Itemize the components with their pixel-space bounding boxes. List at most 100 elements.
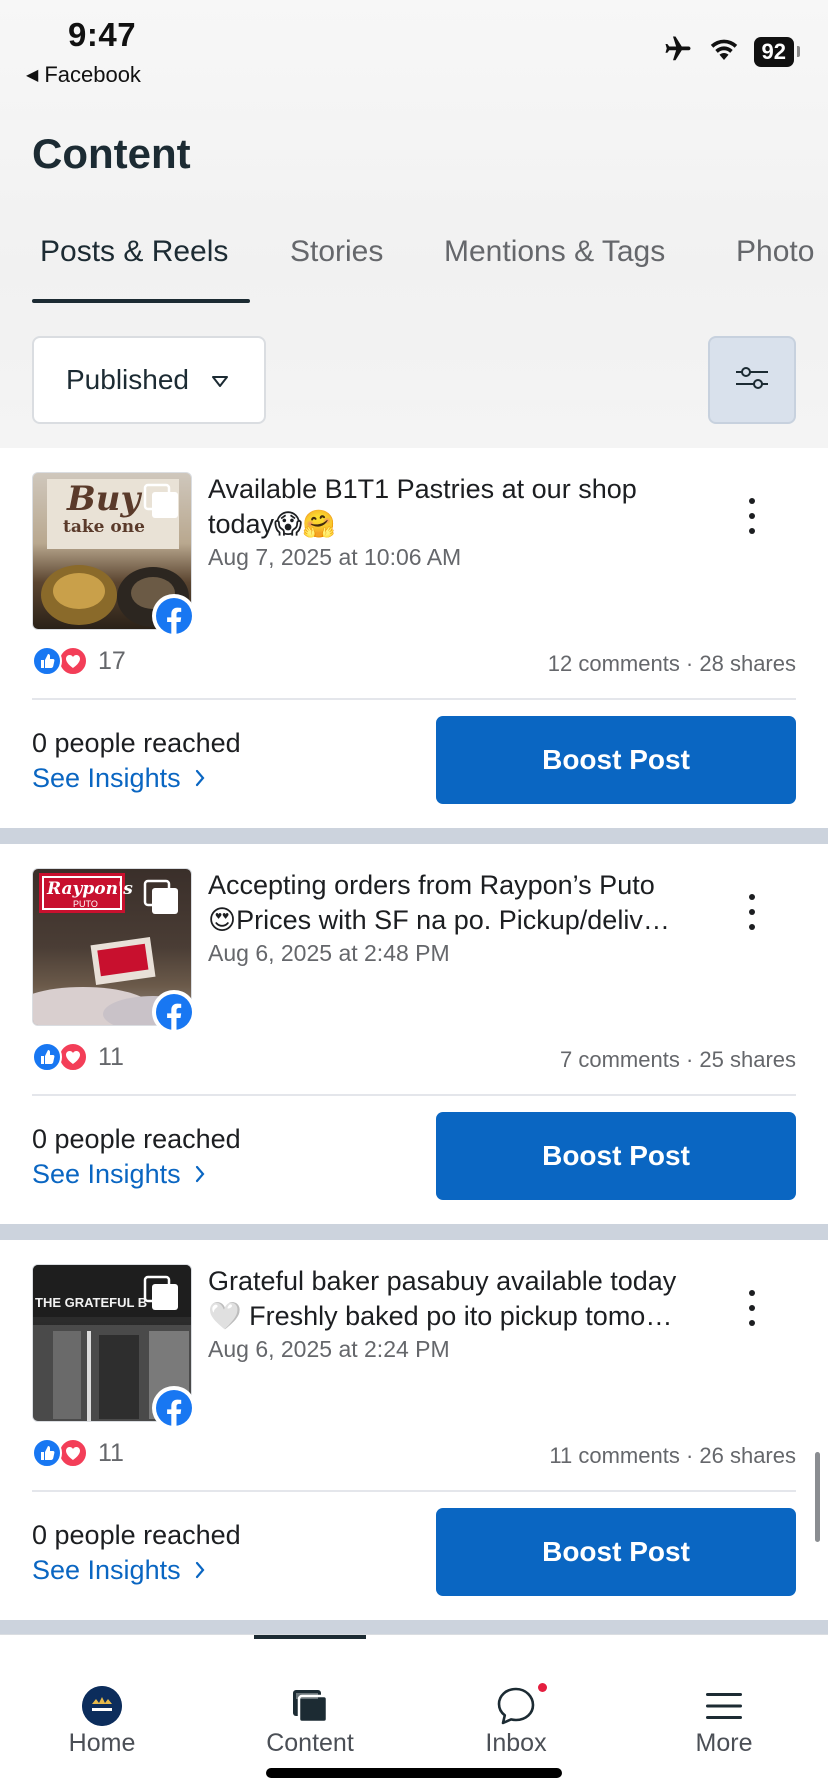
thumbnail-sign-text: Buy: [67, 479, 141, 519]
divider: [32, 1094, 796, 1096]
post-caption[interactable]: Accepting orders from Raypon’s Puto 😍Pri…: [208, 868, 708, 938]
reactions-summary[interactable]: 11: [32, 1438, 124, 1468]
reactions-summary[interactable]: 11: [32, 1042, 124, 1072]
content-icon: [290, 1685, 330, 1727]
wifi-icon: [708, 36, 740, 67]
home-indicator[interactable]: [266, 1768, 562, 1778]
reach-count: 0 people reached: [32, 728, 241, 758]
status-bar: 9:47 ◀ Facebook 92: [0, 0, 828, 100]
nav-home[interactable]: Home: [22, 1685, 182, 1758]
caption-line-2: today😱🤗: [208, 509, 336, 539]
status-time: 9:47: [68, 16, 137, 53]
multiple-photos-icon: [143, 483, 181, 526]
notification-dot: [538, 1683, 547, 1692]
back-app-label: Facebook: [44, 62, 141, 87]
sliders-icon: [734, 363, 770, 398]
like-reaction-icon: [32, 1438, 62, 1468]
reaction-count: 11: [98, 1438, 124, 1467]
see-insights-link[interactable]: See Insights: [32, 1555, 205, 1586]
thumbnail-sign-subtext: take one: [63, 517, 145, 537]
post-date: Aug 7, 2025 at 10:06 AM: [208, 544, 462, 570]
post-separator: [0, 1620, 828, 1634]
love-reaction-icon: [58, 646, 88, 676]
status-icons: 92: [662, 34, 801, 69]
facebook-icon: [152, 1386, 196, 1430]
thumbnail-sign-text: THE GRATEFUL B: [35, 1295, 148, 1310]
post-date: Aug 6, 2025 at 2:48 PM: [208, 940, 450, 966]
reach-count: 0 people reached: [32, 1124, 241, 1154]
chevron-right-icon: [195, 1159, 205, 1190]
post-separator: [0, 828, 828, 844]
chevron-right-icon: [195, 763, 205, 794]
love-reaction-icon: [58, 1042, 88, 1072]
caption-line-1: Accepting orders from Raypon’s Puto: [208, 870, 655, 900]
filter-settings-button[interactable]: [708, 336, 796, 424]
chevron-down-icon: [211, 364, 229, 396]
back-to-app-link[interactable]: ◀ Facebook: [26, 62, 141, 88]
more-options-icon[interactable]: [736, 894, 768, 930]
reaction-count: 11: [98, 1042, 124, 1071]
boost-post-button[interactable]: Boost Post: [436, 1112, 796, 1200]
airplane-icon: [662, 34, 694, 69]
more-options-icon[interactable]: [736, 1290, 768, 1326]
tab-mentions-tags[interactable]: Mentions & Tags: [444, 235, 665, 269]
inbox-chat-icon: [495, 1683, 547, 1727]
scrollbar[interactable]: [815, 1452, 820, 1542]
caption-line-2: 😍Prices with SF na po. Pickup/deliv…: [208, 905, 670, 935]
nav-inbox[interactable]: Inbox: [436, 1683, 596, 1758]
nav-content-label: Content: [266, 1729, 354, 1757]
facebook-icon: [152, 594, 196, 638]
reach-count: 0 people reached: [32, 1520, 241, 1550]
boost-post-button[interactable]: Boost Post: [436, 716, 796, 804]
tab-stories[interactable]: Stories: [290, 235, 383, 269]
love-reaction-icon: [58, 1438, 88, 1468]
post-separator: [0, 1224, 828, 1240]
tab-posts-reels[interactable]: Posts & Reels: [40, 235, 228, 269]
nav-more[interactable]: More: [644, 1685, 804, 1758]
thumbnail-sign-text: Raypon's: [47, 879, 133, 899]
see-insights-label: See Insights: [32, 763, 181, 793]
nav-more-label: More: [695, 1729, 753, 1757]
avatar: [82, 1686, 122, 1726]
battery-indicator: 92: [753, 36, 801, 67]
multiple-photos-icon: [143, 1275, 181, 1318]
caption-line-2: 🤍 Freshly baked po ito pickup tomo…: [208, 1301, 673, 1331]
reaction-count: 17: [98, 646, 126, 675]
caption-line-1: Grateful baker pasabuy available today: [208, 1266, 677, 1296]
more-options-icon[interactable]: [736, 498, 768, 534]
status-filter-dropdown[interactable]: Published: [32, 336, 266, 424]
chevron-right-icon: [195, 1555, 205, 1586]
thumbnail-sign-subtext: PUTO: [73, 899, 98, 909]
comments-shares[interactable]: 7 comments · 25 shares: [560, 1047, 796, 1073]
like-reaction-icon: [32, 1042, 62, 1072]
nav-home-label: Home: [68, 1729, 136, 1757]
back-triangle-icon: ◀: [26, 67, 39, 84]
post-card: THE GRATEFUL B Grateful baker pasabuy av…: [0, 1240, 828, 1620]
comments-shares[interactable]: 12 comments · 28 shares: [548, 651, 796, 677]
menu-icon: [704, 1685, 744, 1727]
active-nav-indicator: [254, 1635, 366, 1639]
active-tab-indicator: [32, 299, 250, 303]
tab-photos[interactable]: Photo: [736, 235, 814, 269]
post-caption[interactable]: Available B1T1 Pastries at our shop toda…: [208, 472, 708, 542]
nav-content[interactable]: Content: [230, 1685, 390, 1758]
nav-inbox-label: Inbox: [485, 1729, 547, 1757]
multiple-photos-icon: [143, 879, 181, 922]
see-insights-link[interactable]: See Insights: [32, 763, 205, 794]
facebook-icon: [152, 990, 196, 1034]
comments-shares[interactable]: 11 comments · 26 shares: [549, 1443, 796, 1469]
see-insights-label: See Insights: [32, 1555, 181, 1585]
see-insights-label: See Insights: [32, 1159, 181, 1189]
post-caption[interactable]: Grateful baker pasabuy available today 🤍…: [208, 1264, 708, 1334]
page-title: Content: [32, 130, 191, 177]
like-reaction-icon: [32, 646, 62, 676]
boost-post-button[interactable]: Boost Post: [436, 1508, 796, 1596]
reactions-summary[interactable]: 17: [32, 646, 126, 676]
divider: [32, 1490, 796, 1492]
divider: [32, 698, 796, 700]
filter-selected-label: Published: [66, 364, 189, 395]
see-insights-link[interactable]: See Insights: [32, 1159, 205, 1190]
post-card: Buy take one Available B1T1 Pastries at …: [0, 448, 828, 828]
content-tabs: Posts & Reels Stories Mentions & Tags Ph…: [0, 235, 828, 305]
header: 9:47 ◀ Facebook 92 Content Posts & Reels…: [0, 0, 828, 448]
